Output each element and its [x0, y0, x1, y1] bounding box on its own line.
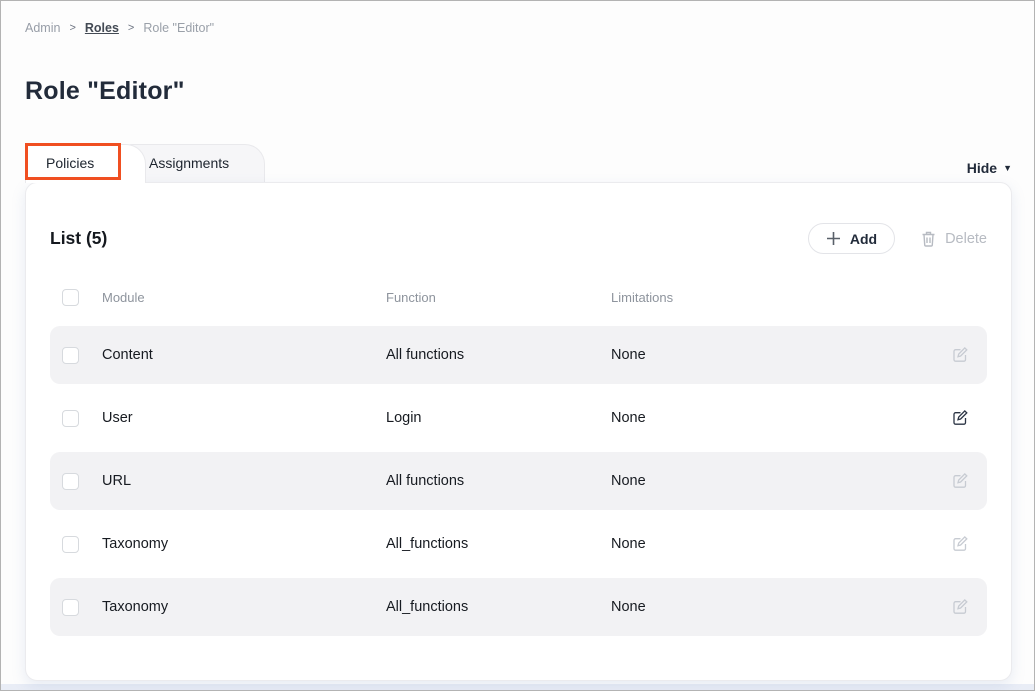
table-row: Content All functions None [50, 326, 987, 384]
cell-module: URL [102, 473, 386, 489]
list-title: List (5) [50, 228, 107, 249]
page-title: Role "Editor" [25, 77, 185, 106]
edit-row-button[interactable] [951, 535, 987, 553]
panel-header: List (5) Add Delete [50, 223, 987, 254]
row-checkbox[interactable] [62, 347, 79, 364]
column-header-function: Function [386, 290, 611, 305]
table-header-row: Module Function Limitations [50, 282, 987, 312]
cell-module: Taxonomy [102, 599, 386, 615]
tab-policies-label: Policies [46, 155, 94, 171]
column-header-module: Module [102, 290, 386, 305]
cell-function: All_functions [386, 599, 611, 615]
policies-table: Module Function Limitations Content All … [50, 282, 987, 636]
cell-limitations: None [611, 536, 951, 552]
breadcrumb-admin[interactable]: Admin [25, 21, 60, 35]
edit-row-button[interactable] [951, 472, 987, 490]
breadcrumb-separator: > [69, 22, 75, 34]
edit-icon [951, 535, 969, 553]
toolbar: Add Delete [808, 223, 987, 254]
cell-limitations: None [611, 347, 951, 363]
edit-icon [951, 409, 969, 427]
edit-row-button[interactable] [951, 598, 987, 616]
trash-icon [921, 231, 936, 247]
cell-function: All_functions [386, 536, 611, 552]
row-checkbox[interactable] [62, 410, 79, 427]
plus-icon [826, 231, 841, 246]
add-button-label: Add [850, 231, 877, 247]
delete-button-label: Delete [945, 231, 987, 247]
add-button[interactable]: Add [808, 223, 895, 254]
policies-panel: List (5) Add Delete Module Function Limi… [25, 182, 1012, 681]
breadcrumb: Admin > Roles > Role "Editor" [25, 21, 214, 35]
table-row: URL All functions None [50, 452, 987, 510]
cell-function: All functions [386, 347, 611, 363]
edit-icon [951, 346, 969, 364]
edit-row-button[interactable] [951, 346, 987, 364]
edit-icon [951, 472, 969, 490]
row-checkbox[interactable] [62, 536, 79, 553]
breadcrumb-current: Role "Editor" [143, 21, 214, 35]
table-row: Taxonomy All_functions None [50, 578, 987, 636]
cell-module: Content [102, 347, 386, 363]
cell-limitations: None [611, 599, 951, 615]
cell-limitations: None [611, 473, 951, 489]
cell-function: All functions [386, 473, 611, 489]
tab-assignments[interactable]: Assignments [128, 144, 265, 183]
cell-module: Taxonomy [102, 536, 386, 552]
edit-row-button[interactable] [951, 409, 987, 427]
table-row: User Login None [50, 389, 987, 447]
delete-button[interactable]: Delete [921, 231, 987, 247]
caret-down-icon: ▼ [1003, 164, 1012, 173]
breadcrumb-separator: > [128, 22, 134, 34]
cell-limitations: None [611, 410, 951, 426]
cell-function: Login [386, 410, 611, 426]
app-window: Admin > Roles > Role "Editor" Role "Edit… [0, 0, 1035, 691]
hide-toggle[interactable]: Hide ▼ [967, 160, 1012, 176]
tab-policies[interactable]: Policies [25, 144, 146, 183]
select-all-checkbox[interactable] [62, 289, 79, 306]
cell-module: User [102, 410, 386, 426]
hide-toggle-label: Hide [967, 160, 997, 176]
edit-icon [951, 598, 969, 616]
row-checkbox[interactable] [62, 599, 79, 616]
column-header-limitations: Limitations [611, 290, 987, 305]
tab-assignments-label: Assignments [149, 155, 229, 171]
breadcrumb-roles-link[interactable]: Roles [85, 21, 119, 35]
table-row: Taxonomy All_functions None [50, 515, 987, 573]
row-checkbox[interactable] [62, 473, 79, 490]
bottom-strip [1, 684, 1034, 690]
